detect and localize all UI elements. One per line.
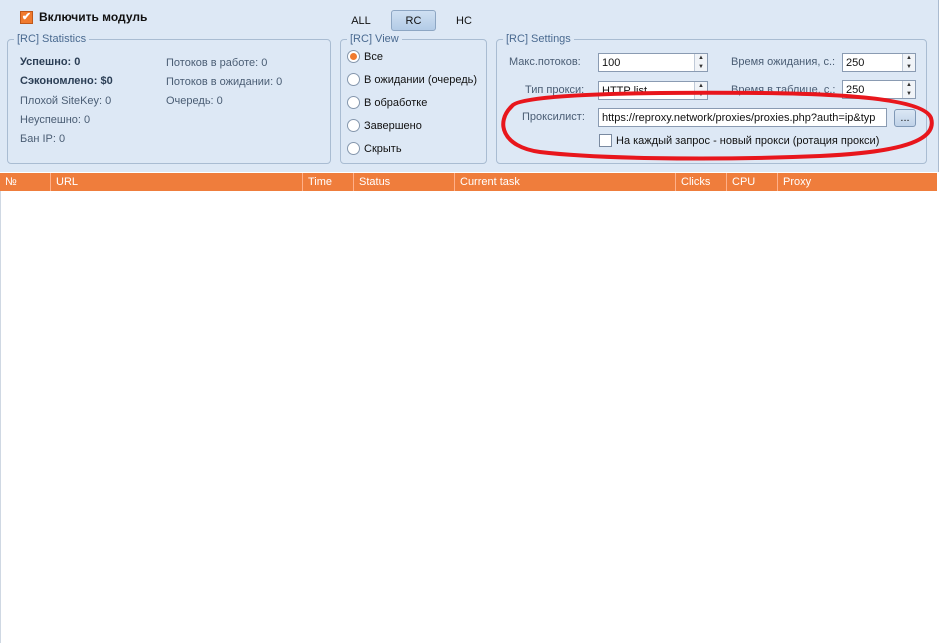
settings-legend: [RC] Settings bbox=[506, 33, 571, 45]
view-option-waiting[interactable]: В ожидании (очередь) bbox=[347, 73, 477, 86]
column-status[interactable]: Status bbox=[354, 173, 455, 191]
proxylist-field[interactable] bbox=[598, 108, 887, 127]
stat-success: Успешно: 0 bbox=[20, 56, 81, 68]
rotation-label: На каждый запрос - новый прокси (ротация… bbox=[616, 134, 880, 147]
spin-up-icon[interactable]: ▲ bbox=[903, 81, 915, 90]
radio-selected-icon[interactable] bbox=[347, 50, 360, 63]
max-threads-spinner[interactable]: ▲ ▼ bbox=[694, 54, 707, 71]
stat-bad-sitekey: Плохой SiteKey: 0 bbox=[20, 95, 112, 107]
spin-down-icon[interactable]: ▼ bbox=[695, 91, 707, 100]
view-option-label: Все bbox=[364, 50, 383, 63]
view-option-processing[interactable]: В обработке bbox=[347, 96, 427, 109]
table-time-spinner[interactable]: ▲ ▼ bbox=[902, 81, 915, 98]
checkbox-checked-icon[interactable]: ✔ bbox=[20, 10, 33, 24]
column-proxy[interactable]: Proxy bbox=[778, 173, 937, 191]
checkbox-icon[interactable] bbox=[599, 134, 612, 147]
view-option-label: Завершено bbox=[364, 119, 422, 132]
column-clicks[interactable]: Clicks bbox=[676, 173, 727, 191]
stat-ban-ip: Бан IP: 0 bbox=[20, 133, 66, 145]
view-option-all[interactable]: Все bbox=[347, 50, 383, 63]
radio-icon[interactable] bbox=[347, 119, 360, 132]
enable-module-checkbox[interactable]: ✔ Включить модуль bbox=[20, 9, 147, 25]
view-option-label: Скрыть bbox=[364, 142, 402, 155]
stat-threads-working: Потоков в работе: 0 bbox=[166, 57, 268, 69]
spin-down-icon[interactable]: ▼ bbox=[903, 90, 915, 99]
wait-time-spinner[interactable]: ▲ ▼ bbox=[902, 54, 915, 71]
wait-time-field[interactable]: ▲ ▼ bbox=[842, 53, 916, 72]
rotation-checkbox[interactable]: На каждый запрос - новый прокси (ротация… bbox=[599, 134, 879, 147]
view-option-label: В обработке bbox=[364, 96, 428, 109]
browse-proxylist-button[interactable]: ... bbox=[894, 109, 916, 127]
spin-up-icon[interactable]: ▲ bbox=[695, 54, 707, 63]
view-legend: [RC] View bbox=[350, 33, 399, 45]
proxylist-label: Проксилист: bbox=[522, 111, 585, 123]
tab-all[interactable]: ALL bbox=[341, 10, 381, 31]
table-time-label: Время в таблице, с.: bbox=[731, 84, 836, 96]
table-body[interactable] bbox=[0, 191, 937, 643]
radio-icon[interactable] bbox=[347, 73, 360, 86]
tab-rc[interactable]: RC bbox=[391, 10, 436, 31]
max-threads-label: Макс.потоков: bbox=[509, 56, 581, 68]
stat-saved: Сэкономлено: $0 bbox=[20, 75, 113, 87]
stat-threads-waiting: Потоков в ожидании: 0 bbox=[166, 76, 283, 88]
proxy-type-value: HTTP list bbox=[602, 84, 648, 97]
max-threads-input[interactable] bbox=[602, 56, 707, 69]
table-time-field[interactable]: ▲ ▼ bbox=[842, 80, 916, 99]
proxy-type-select[interactable]: HTTP list ▲ ▼ bbox=[598, 81, 708, 100]
proxylist-input[interactable] bbox=[602, 111, 886, 124]
view-option-completed[interactable]: Завершено bbox=[347, 119, 422, 132]
tab-hc[interactable]: HC bbox=[446, 10, 482, 31]
module-panel: ✔ Включить модуль ALL RC HC [RC] Statist… bbox=[0, 0, 939, 172]
proxy-type-label: Тип прокси: bbox=[525, 84, 585, 96]
spin-down-icon[interactable]: ▼ bbox=[695, 63, 707, 72]
table-header: № URL Time Status Current task Clicks CP… bbox=[0, 173, 937, 191]
spin-up-icon[interactable]: ▲ bbox=[903, 54, 915, 63]
radio-icon[interactable] bbox=[347, 142, 360, 155]
wait-time-label: Время ожидания, с.: bbox=[731, 56, 836, 68]
view-option-label: В ожидании (очередь) bbox=[364, 73, 478, 86]
column-cpu[interactable]: CPU bbox=[727, 173, 778, 191]
column-time[interactable]: Time bbox=[303, 173, 354, 191]
column-url[interactable]: URL bbox=[51, 173, 303, 191]
statistics-legend: [RC] Statistics bbox=[17, 33, 87, 45]
radio-icon[interactable] bbox=[347, 96, 360, 109]
column-current-task[interactable]: Current task bbox=[455, 173, 676, 191]
max-threads-field[interactable]: ▲ ▼ bbox=[598, 53, 708, 72]
column-number[interactable]: № bbox=[0, 173, 51, 191]
enable-module-label: Включить модуль bbox=[39, 10, 148, 24]
view-option-hide[interactable]: Скрыть bbox=[347, 142, 402, 155]
spin-down-icon[interactable]: ▼ bbox=[903, 63, 915, 72]
stat-failed: Неуспешно: 0 bbox=[20, 114, 91, 126]
stat-queue: Очередь: 0 bbox=[166, 95, 223, 107]
proxy-type-spinner[interactable]: ▲ ▼ bbox=[694, 82, 707, 99]
spin-up-icon[interactable]: ▲ bbox=[695, 82, 707, 91]
